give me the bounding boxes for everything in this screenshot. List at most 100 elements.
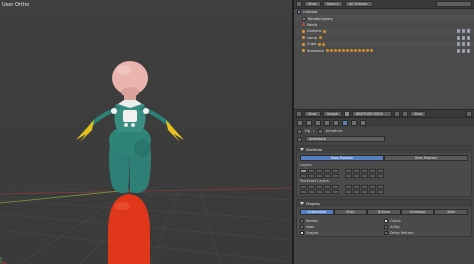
display-octahedral-button[interactable]: Octahedral [300, 209, 334, 215]
viewport-scene [0, 61, 292, 264]
visibility-toggles[interactable] [457, 29, 470, 34]
render-tab-icon[interactable] [297, 119, 303, 126]
display-bbone-button[interactable]: B-Bone [367, 209, 401, 215]
datablock-select[interactable]: AB0TUSE:0026 [351, 110, 392, 117]
camera-icon [302, 29, 305, 33]
delay-refresh-label: Delay Refresh [390, 230, 414, 235]
protected-grid-left[interactable] [300, 185, 339, 194]
constraints-tab-icon[interactable] [333, 119, 339, 126]
armature-data-tab-icon[interactable] [342, 119, 348, 126]
rest-position-button[interactable]: Rest Position [384, 155, 468, 161]
breadcrumb-object[interactable]: Fig [305, 129, 310, 133]
image-icon [343, 110, 350, 117]
scene-tab-icon[interactable] [306, 119, 312, 126]
axes-label: Axes [306, 224, 315, 229]
modifier-icons [318, 42, 326, 46]
props-view-menu-2[interactable]: View [409, 110, 427, 117]
chevron-right-icon: › [313, 129, 315, 133]
child-object-icons [325, 49, 373, 53]
delay-refresh-checkbox[interactable]: Delay Refresh [384, 230, 468, 235]
object-tab-icon[interactable] [324, 119, 330, 126]
outliner-view-menu[interactable]: View [304, 1, 321, 7]
armature-icon [317, 128, 323, 134]
outliner-item-label: Cube [307, 42, 317, 47]
skeleton-panel-title: Skeleton [306, 147, 323, 152]
display-stick-button[interactable]: Stick [333, 209, 368, 215]
datablock-name-field[interactable]: Armature [305, 136, 385, 142]
right-panel: View Search All Scenes Untitled RenderLa… [294, 0, 474, 264]
display-wire-button[interactable]: Wire [434, 209, 468, 215]
visibility-toggles[interactable] [457, 48, 470, 53]
visibility-toggles[interactable] [457, 42, 470, 47]
breadcrumb: Fig › Armature [294, 127, 474, 135]
properties-context-tabs [294, 118, 474, 127]
armature-data-icon [297, 136, 302, 142]
datablock-name-row: Armature [294, 135, 474, 143]
bone-tab-icon[interactable] [351, 119, 357, 126]
axis-gizmo-icon [0, 257, 7, 264]
viewport-view-label: User Ortho [2, 2, 30, 8]
outliner-search-input[interactable] [436, 1, 472, 7]
pose-rest-toggle: Pose Position Rest Position [300, 155, 468, 161]
bone-constraints-tab-icon[interactable] [360, 119, 366, 126]
colors-checkbox[interactable]: Colors [384, 218, 468, 223]
lamp-data-icon [319, 36, 322, 40]
outliner-item-label: Armature [307, 48, 324, 53]
white-bow [123, 110, 137, 122]
layer-grid-right[interactable] [345, 169, 384, 178]
mesh-icon [302, 42, 305, 46]
armature-icon [302, 49, 305, 53]
properties-header: View Image AB0TUSE:0026 View [294, 109, 474, 118]
display-mode-select[interactable]: All Scenes [344, 1, 373, 7]
skeleton-panel-header[interactable]: Skeleton [297, 146, 471, 153]
shapes-label: Shapes [306, 230, 319, 235]
protected-layers [297, 184, 471, 196]
outliner-header: View Search All Scenes [294, 0, 474, 9]
world-icon [302, 23, 305, 27]
lamp-icon [302, 36, 305, 40]
render-layers-icon [302, 16, 306, 21]
props-view-menu[interactable]: View [304, 110, 321, 117]
world-tab-icon[interactable] [315, 119, 321, 126]
outliner-item-label: Camera [307, 29, 322, 34]
disclosure-triangle-icon [300, 148, 304, 151]
shapes-checkbox[interactable]: Shapes [300, 230, 384, 235]
object-icon [297, 128, 302, 134]
pose-position-button[interactable]: Pose Position [300, 155, 384, 161]
colors-label: Colors [390, 218, 401, 223]
visibility-toggles[interactable] [457, 35, 470, 40]
display-envelope-button[interactable]: Envelope [400, 209, 435, 215]
editor-type-icon[interactable] [296, 110, 302, 117]
display-panel: Display Octahedral Stick B-Bone Envelope… [296, 199, 472, 237]
outliner-item-label: Lamp [307, 35, 317, 40]
outliner-row[interactable]: Armature [294, 47, 474, 53]
layer-grid-left[interactable] [300, 169, 339, 178]
pin-icon[interactable] [466, 110, 472, 117]
xray-label: X-Ray [390, 224, 400, 229]
display-options: Names Colors Axes X-Ray Shapes Delay Ref… [297, 217, 471, 236]
disclosure-triangle-icon [300, 202, 304, 205]
scene-icon [297, 10, 301, 15]
xray-checkbox[interactable]: X-Ray [384, 224, 468, 229]
names-checkbox[interactable]: Names [300, 218, 384, 223]
display-panel-title: Display [306, 201, 320, 206]
breadcrumb-data[interactable]: Armature [326, 129, 343, 133]
outliner-item-label: World [307, 22, 318, 27]
outliner-search-menu[interactable]: Search [322, 1, 343, 7]
right-glove [166, 120, 184, 142]
props-image-menu[interactable]: Image [322, 110, 342, 117]
new-image-icon[interactable] [393, 110, 400, 117]
outliner-item-label: Untitled [303, 10, 318, 15]
names-label: Names [306, 218, 318, 223]
axes-checkbox[interactable]: Axes [300, 224, 384, 229]
bone-layers [297, 168, 471, 179]
bone-display-type: Octahedral Stick B-Bone Envelope Wire [300, 209, 468, 215]
3d-viewport[interactable]: User Ortho [0, 0, 292, 264]
editor-type-icon[interactable] [296, 1, 302, 7]
skeleton-panel: Skeleton Pose Position Rest Position Lay… [296, 145, 472, 197]
open-image-icon[interactable] [401, 110, 408, 117]
y-axis-line [0, 189, 131, 204]
protected-grid-right[interactable] [345, 185, 384, 194]
outliner-item-label: RenderLayers [308, 16, 333, 21]
display-panel-header[interactable]: Display [297, 200, 471, 207]
